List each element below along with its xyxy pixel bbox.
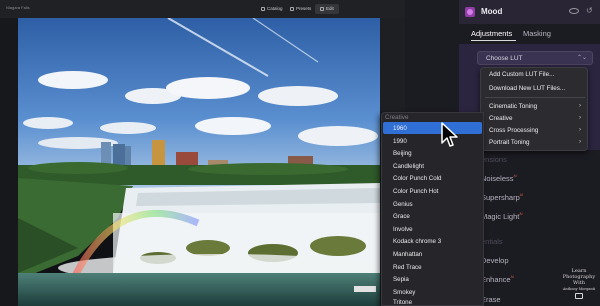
lut-option-1990[interactable]: 1990 [393,138,407,145]
ai-badge: ᴬᴵ [519,212,523,218]
menu-item-creative[interactable]: Creative [489,115,512,122]
photo-canvas[interactable] [18,18,380,306]
chevron-right-icon: › [579,103,581,109]
menu-item-download-lut[interactable]: Download New LUT Files... [489,85,565,92]
tool-supersharp[interactable]: Supersharpᴬᴵ [481,193,523,202]
lut-option-color-punch-hot[interactable]: Color Punch Hot [393,188,438,195]
niagara-photo [18,18,380,306]
lut-menu: Add Custom LUT File... Download New LUT … [480,67,588,151]
menu-divider [485,97,585,98]
menu-item-cross-processing[interactable]: Cross Processing [489,127,538,134]
lut-option-color-punch-cold[interactable]: Color Punch Cold [393,175,442,182]
edit-label: Edit [326,6,334,11]
tool-label: Enhance [481,275,511,284]
tool-magic-light[interactable]: Magic Lightᴬᴵ [481,212,522,221]
tool-label: Supersharp [481,193,520,202]
menu-item-cinematic-toning[interactable]: Cinematic Toning [489,103,537,110]
tool-label: Magic Light [481,212,520,221]
lut-option-manhattan[interactable]: Manhattan [393,251,422,258]
lut-option-beijing[interactable]: Beijing [393,150,412,157]
catalog-label: Catalog [267,6,283,11]
ai-badge: ᴬᴵ [519,193,523,199]
top-toolbar: Niagara Falls Catalog Presets Edit [0,0,405,18]
active-tab-indicator [471,40,516,41]
tool-label: Develop [481,256,509,265]
tool-label: Noiseless [481,174,514,183]
chevron-right-icon: › [579,115,581,121]
menu-item-add-custom-lut[interactable]: Add Custom LUT File... [489,71,554,78]
menu-item-portrait-toning[interactable]: Portrait Toning [489,139,530,146]
ai-badge: ᴬᴵ [510,275,514,281]
mouse-cursor-icon [441,122,458,147]
lut-option-kodack-chrome-3[interactable]: Kodack chrome 3 [393,238,441,245]
lut-option-genius[interactable]: Genius [393,201,413,208]
catalog-icon [261,7,265,11]
undo-icon[interactable]: ↺ [586,6,593,15]
tool-noiseless[interactable]: Noiselessᴬᴵ [481,174,517,183]
lut-select-value: Choose LUT [486,55,523,62]
chevron-right-icon: › [579,127,581,133]
lut-option-involve[interactable]: Involve [393,226,413,233]
ai-badge: ᴬᴵ [513,174,517,180]
watermark-line: Anthony Morganti [562,287,596,291]
eye-icon[interactable] [569,8,579,14]
edit-button[interactable]: Edit [315,4,339,14]
file-name: Niagara Falls [6,5,30,10]
tab-masking[interactable]: Masking [523,29,551,38]
presets-button[interactable]: Presets [285,4,316,14]
tool-enhance[interactable]: Enhanceᴬᴵ [481,275,514,284]
submenu-header: Creative [385,114,409,121]
chevron-updown-icon: ⌃⌄ [576,55,587,61]
lut-option-grace[interactable]: Grace [393,213,410,220]
tool-develop[interactable]: Develop [481,256,509,265]
lut-option-candlelight[interactable]: Candlelight [393,163,424,170]
presets-label: Presets [296,6,312,11]
side-heading-essentials: entials [481,237,503,246]
presets-icon [290,7,294,11]
lut-option-red-trace[interactable]: Red Trace [393,264,422,271]
left-gutter [0,18,18,306]
lut-option-smokey[interactable]: Smokey [393,289,415,296]
channel-watermark: Learn Photography With Anthony Morganti [558,268,600,301]
mood-icon [465,7,475,17]
edit-icon [320,7,324,11]
lut-option-sepia[interactable]: Sepia [393,276,409,283]
chevron-right-icon: › [579,139,581,145]
side-heading-extensions: ensions [481,155,507,164]
lut-select[interactable]: Choose LUT ⌃⌄ [477,51,593,65]
tab-adjustments[interactable]: Adjustments [471,29,512,38]
lut-option-1960[interactable]: 1960 [393,125,407,132]
catalog-button[interactable]: Catalog [256,4,288,14]
camera-icon [575,293,583,299]
lut-option-tritone[interactable]: Tritone [393,299,412,306]
panel-title: Mood [481,7,503,16]
